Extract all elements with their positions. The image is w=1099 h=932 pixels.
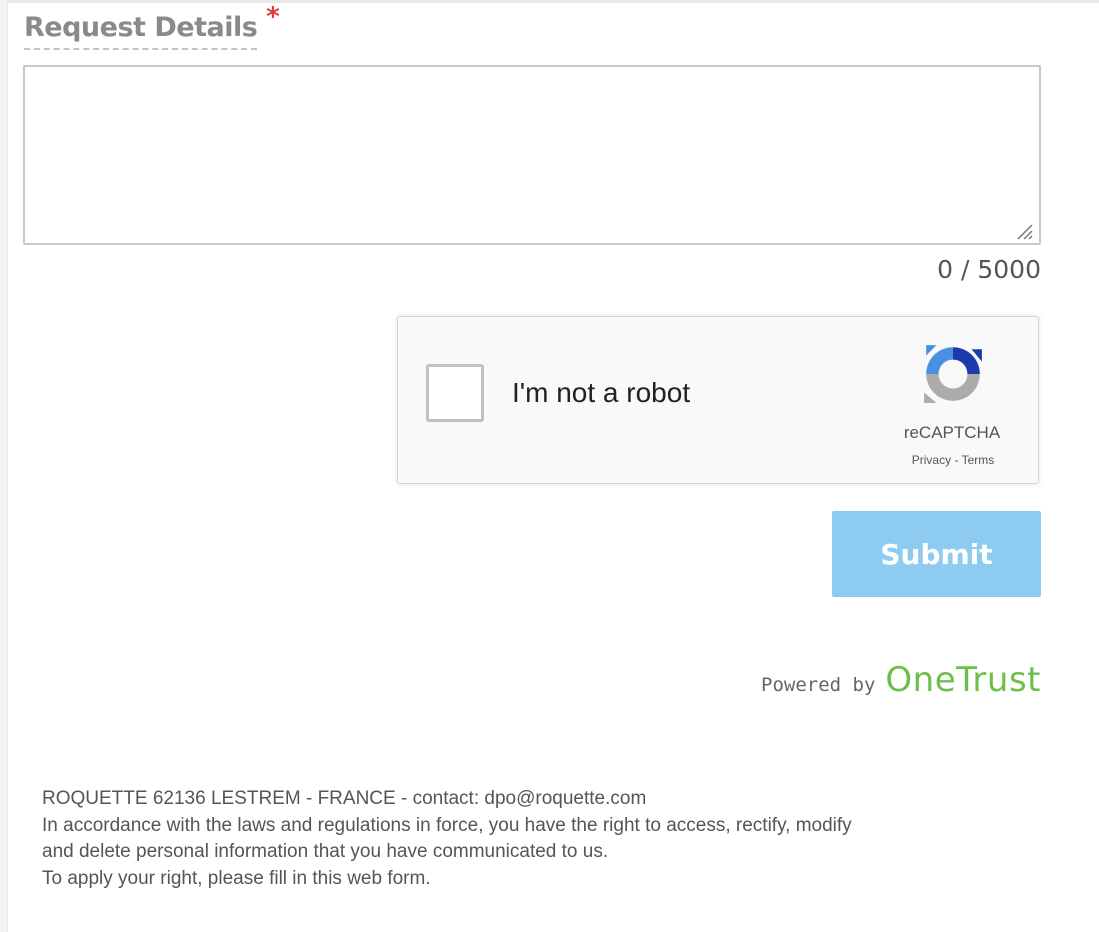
footer-line-delete: and delete personal information that you…	[42, 841, 609, 862]
onetrust-logo[interactable]: OneTrust	[885, 660, 1041, 700]
footer-line-apply: To apply your right, please fill in this…	[42, 867, 431, 889]
submit-button[interactable]: Submit	[832, 511, 1041, 597]
required-asterisk-icon: *	[266, 2, 280, 32]
footer-line-rights: In accordance with the laws and regulati…	[42, 814, 852, 836]
recaptcha-privacy-link[interactable]: Privacy	[912, 453, 951, 467]
footer-disclaimer: ROQUETTE 62136 LESTREM - FRANCE - contac…	[42, 786, 1042, 892]
powered-by-onetrust[interactable]: Powered by OneTrust	[761, 660, 1041, 700]
recaptcha-links: Privacy - Terms	[892, 453, 1014, 467]
recaptcha-terms-link[interactable]: Terms	[962, 453, 995, 467]
powered-by-label: Powered by	[761, 674, 876, 696]
recaptcha-logo-icon	[924, 345, 982, 403]
top-divider	[0, 0, 1099, 3]
left-border	[0, 0, 8, 932]
request-form-page: Request Details * 0 / 5000 I'm not a rob…	[0, 0, 1099, 932]
character-counter: 0 / 5000	[937, 255, 1041, 284]
footer-line-address: ROQUETTE 62136 LESTREM - FRANCE - contac…	[42, 788, 647, 809]
recaptcha-checkbox[interactable]	[426, 364, 484, 422]
recaptcha-link-separator: -	[951, 453, 962, 467]
resize-grip-icon[interactable]	[1012, 219, 1034, 241]
request-details-label-text: Request Details	[24, 12, 258, 43]
recaptcha-brand: reCAPTCHA	[903, 423, 1001, 442]
recaptcha-label: I'm not a robot	[512, 377, 691, 408]
request-details-textarea[interactable]	[23, 65, 1041, 245]
request-details-label: Request Details *	[24, 4, 280, 50]
recaptcha-widget: I'm not a robot reCAPTCHA Privacy - Term…	[397, 316, 1039, 484]
